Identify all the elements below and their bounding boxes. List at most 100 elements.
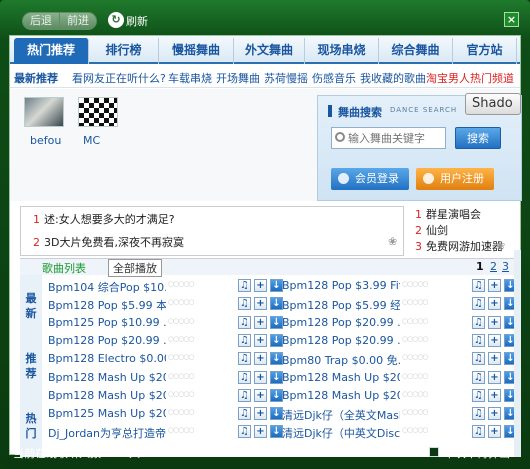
- add-icon[interactable]: +: [488, 352, 501, 366]
- add-icon[interactable]: +: [254, 425, 267, 439]
- headphone-icon[interactable]: ♫: [238, 279, 251, 292]
- user-name[interactable]: befou: [30, 134, 61, 147]
- add-icon[interactable]: +: [254, 352, 267, 366]
- add-icon[interactable]: +: [254, 388, 267, 402]
- headphone-icon[interactable]: ♫: [238, 333, 251, 347]
- tab-4[interactable]: 现场串烧: [305, 38, 379, 64]
- add-icon[interactable]: +: [254, 297, 267, 311]
- add-icon[interactable]: +: [254, 279, 267, 292]
- subnav-item[interactable]: 开场舞曲: [216, 70, 260, 86]
- tab-2[interactable]: 慢摇舞曲: [159, 38, 234, 64]
- headphone-icon[interactable]: ♫: [472, 333, 485, 347]
- headphone-icon[interactable]: ♫: [238, 370, 251, 384]
- search-input[interactable]: [331, 127, 446, 149]
- headphone-icon[interactable]: ♫: [238, 315, 251, 329]
- song-title[interactable]: Dj_Jordan为亨总打造帝...: [48, 425, 166, 441]
- add-icon[interactable]: +: [254, 315, 267, 329]
- song-title[interactable]: Bpm125 Mash Up $20...: [48, 407, 166, 420]
- rating-stars-icon[interactable]: ○○○○○: [402, 298, 429, 306]
- rating-stars-icon[interactable]: ○○○○○: [168, 335, 195, 343]
- headphone-icon[interactable]: ♫: [472, 279, 485, 292]
- subnav-item[interactable]: 看网友正在听什么?: [72, 70, 166, 86]
- headphone-icon[interactable]: ♫: [472, 315, 485, 329]
- page-link[interactable]: 1: [476, 260, 484, 273]
- search-button[interactable]: 搜索: [455, 127, 501, 149]
- category-tab-latest[interactable]: 最新: [24, 291, 38, 321]
- add-icon[interactable]: +: [488, 425, 501, 439]
- headphone-icon[interactable]: ♫: [472, 370, 485, 384]
- song-title[interactable]: Bpm128 Pop $5.99 本...: [48, 297, 166, 313]
- song-title[interactable]: Bpm128 Electro $0.00...: [48, 352, 166, 365]
- add-icon[interactable]: +: [488, 407, 501, 421]
- song-title[interactable]: 清远Djk仔（全英文Mash...: [282, 407, 400, 423]
- headphone-icon[interactable]: ♫: [238, 425, 251, 439]
- refresh-icon[interactable]: ↻: [108, 12, 124, 28]
- no-popup-label[interactable]: 下次不再弹出: [444, 445, 510, 461]
- tab-3[interactable]: 外文舞曲: [234, 38, 305, 64]
- song-title[interactable]: Bpm128 Pop $20.99 ...: [282, 316, 400, 329]
- rating-stars-icon[interactable]: ○○○○○: [168, 280, 195, 288]
- add-icon[interactable]: +: [488, 297, 501, 311]
- rating-stars-icon[interactable]: ○○○○○: [168, 353, 195, 361]
- rating-stars-icon[interactable]: ○○○○○: [402, 390, 429, 398]
- song-title[interactable]: Bpm128 Mash Up $20...: [48, 389, 166, 402]
- add-icon[interactable]: +: [488, 388, 501, 402]
- headphone-icon[interactable]: ♫: [238, 297, 251, 311]
- song-title[interactable]: Bpm128 Mash Up $20...: [48, 371, 166, 384]
- ticker-item[interactable]: 1 述:女人想要多大的才满足?: [33, 211, 175, 227]
- song-title[interactable]: Bpm128 Pop $20.99 ...: [48, 334, 166, 347]
- rating-stars-icon[interactable]: ○○○○○: [402, 353, 429, 361]
- close-button[interactable]: ×: [504, 12, 519, 27]
- avatar[interactable]: [24, 97, 64, 127]
- play-all-button[interactable]: 全部播放: [108, 259, 162, 277]
- rating-stars-icon[interactable]: ○○○○○: [168, 408, 195, 416]
- song-title[interactable]: Bpm128 Mash Up $20...: [282, 371, 400, 384]
- forward-button[interactable]: 前进: [59, 12, 97, 30]
- song-title[interactable]: 清远Djk仔（中英文Disco...: [282, 425, 400, 441]
- ranking-item[interactable]: 1 群星演唱会: [415, 206, 481, 222]
- tab-6[interactable]: 官方站: [453, 38, 517, 64]
- subnav-item[interactable]: 伤感音乐: [312, 70, 356, 86]
- subnav-item[interactable]: 淘宝男人热门频道: [426, 70, 514, 86]
- rating-stars-icon[interactable]: ○○○○○: [168, 317, 195, 325]
- song-title[interactable]: Bpm125 Pop $10.99 ...: [48, 316, 166, 329]
- headphone-icon[interactable]: ♫: [238, 407, 251, 421]
- page-link[interactable]: 3: [502, 260, 509, 273]
- add-icon[interactable]: +: [254, 407, 267, 421]
- category-tab-hot[interactable]: 热门: [24, 411, 38, 441]
- add-icon[interactable]: +: [254, 370, 267, 384]
- back-button[interactable]: 后退: [22, 12, 60, 30]
- ranking-item[interactable]: 2 仙剑: [415, 222, 448, 238]
- song-title[interactable]: Bpm128 Pop $3.99 Fif...: [282, 279, 400, 292]
- login-button[interactable]: 会员登录: [331, 168, 409, 190]
- add-icon[interactable]: +: [488, 315, 501, 329]
- refresh-button[interactable]: 刷新: [126, 13, 148, 29]
- rating-stars-icon[interactable]: ○○○○○: [402, 426, 429, 434]
- tab-1[interactable]: 排行榜: [89, 38, 159, 64]
- scrollbar[interactable]: [514, 250, 521, 457]
- subnav-item[interactable]: 我收藏的歌曲: [360, 70, 426, 86]
- subnav-item[interactable]: 最新推荐: [14, 70, 58, 86]
- tab-5[interactable]: 综合舞曲: [379, 38, 453, 64]
- headphone-icon[interactable]: ♫: [472, 297, 485, 311]
- rating-stars-icon[interactable]: ○○○○○: [168, 298, 195, 306]
- category-tab-recommended[interactable]: 推荐: [24, 351, 38, 381]
- headphone-icon[interactable]: ♫: [472, 352, 485, 366]
- subnav-item[interactable]: 苏荷慢摇: [264, 70, 308, 86]
- rating-stars-icon[interactable]: ○○○○○: [402, 408, 429, 416]
- headphone-icon[interactable]: ♫: [238, 388, 251, 402]
- rating-stars-icon[interactable]: ○○○○○: [402, 317, 429, 325]
- page-link[interactable]: 2: [490, 260, 497, 273]
- register-button[interactable]: 用户注册: [416, 168, 494, 190]
- avatar[interactable]: [78, 97, 118, 127]
- user-name[interactable]: MC: [83, 134, 100, 147]
- headphone-icon[interactable]: ♫: [472, 407, 485, 421]
- tab-0[interactable]: 热门推荐: [14, 38, 89, 64]
- song-title[interactable]: Bpm104 综合Pop $10....: [48, 279, 166, 295]
- rating-stars-icon[interactable]: ○○○○○: [168, 372, 195, 380]
- add-icon[interactable]: +: [488, 333, 501, 347]
- rating-stars-icon[interactable]: ○○○○○: [402, 280, 429, 288]
- headphone-icon[interactable]: ♫: [238, 352, 251, 366]
- subnav-item[interactable]: 车载串烧: [168, 70, 212, 86]
- headphone-icon[interactable]: ♫: [472, 388, 485, 402]
